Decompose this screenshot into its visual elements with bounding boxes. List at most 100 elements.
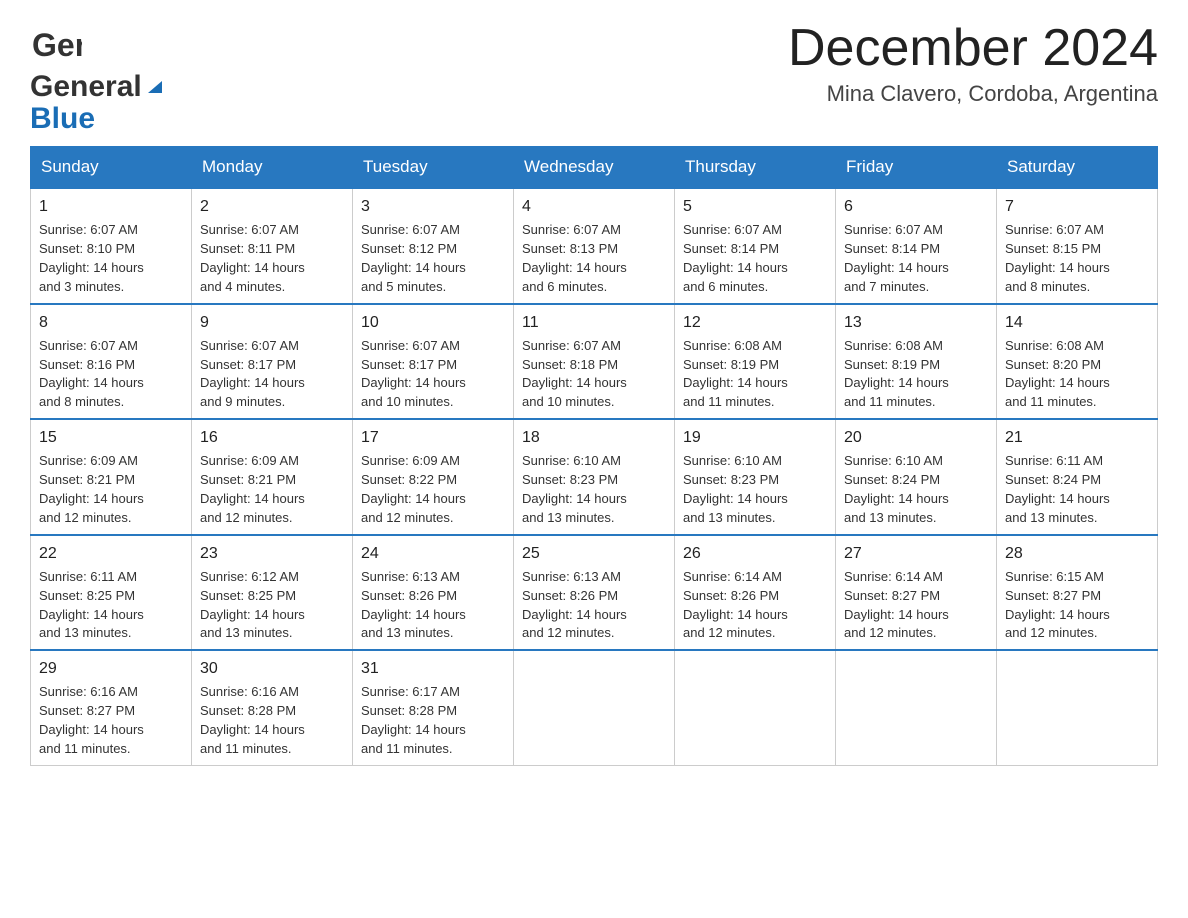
day-number: 15	[39, 426, 183, 449]
calendar-empty-cell	[836, 650, 997, 765]
day-number: 5	[683, 195, 827, 218]
calendar-day-cell: 23Sunrise: 6:12 AMSunset: 8:25 PMDayligh…	[192, 535, 353, 651]
logo: General General Blue	[30, 20, 166, 136]
day-header-saturday: Saturday	[997, 147, 1158, 189]
calendar-day-cell: 30 Sunrise: 6:16 AMSunset: 8:28 PMDayligh…	[192, 650, 353, 765]
day-number: 19	[683, 426, 827, 449]
day-number: 30	[200, 657, 344, 680]
day-info: Sunrise: 6:07 AMSunset: 8:18 PMDaylight:…	[522, 338, 627, 410]
day-info: Sunrise: 6:07 AMSunset: 8:14 PMDaylight:…	[844, 222, 949, 294]
day-info: Sunrise: 6:09 AMSunset: 8:21 PMDaylight:…	[200, 453, 305, 525]
day-number: 3	[361, 195, 505, 218]
day-info: Sunrise: 6:09 AMSunset: 8:21 PMDaylight:…	[39, 453, 144, 525]
calendar-day-cell: 29Sunrise: 6:16 AMSunset: 8:27 PMDayligh…	[31, 650, 192, 765]
day-number: 26	[683, 542, 827, 565]
title-area: December 2024 Mina Clavero, Cordoba, Arg…	[788, 20, 1158, 107]
calendar-day-cell: 26Sunrise: 6:14 AMSunset: 8:26 PMDayligh…	[675, 535, 836, 651]
day-info: Sunrise: 6:07 AMSunset: 8:17 PMDaylight:…	[361, 338, 466, 410]
calendar-table: SundayMondayTuesdayWednesdayThursdayFrid…	[30, 146, 1158, 766]
day-info: Sunrise: 6:09 AMSunset: 8:22 PMDaylight:…	[361, 453, 466, 525]
day-info: Sunrise: 6:07 AMSunset: 8:12 PMDaylight:…	[361, 222, 466, 294]
day-number: 9	[200, 311, 344, 334]
day-info: Sunrise: 6:11 AMSunset: 8:25 PMDaylight:…	[39, 569, 144, 641]
calendar-day-cell: 25Sunrise: 6:13 AMSunset: 8:26 PMDayligh…	[514, 535, 675, 651]
day-number: 12	[683, 311, 827, 334]
calendar-day-cell: 17 Sunrise: 6:09 AMSunset: 8:22 PMDayligh…	[353, 419, 514, 535]
calendar-day-cell: 21Sunrise: 6:11 AMSunset: 8:24 PMDayligh…	[997, 419, 1158, 535]
day-header-monday: Monday	[192, 147, 353, 189]
day-number: 27	[844, 542, 988, 565]
calendar-day-cell: 27Sunrise: 6:14 AMSunset: 8:27 PMDayligh…	[836, 535, 997, 651]
day-header-wednesday: Wednesday	[514, 147, 675, 189]
day-header-tuesday: Tuesday	[353, 147, 514, 189]
day-number: 6	[844, 195, 988, 218]
calendar-day-cell: 14Sunrise: 6:08 AMSunset: 8:20 PMDayligh…	[997, 304, 1158, 420]
logo-blue-text: Blue	[30, 102, 95, 135]
day-number: 17	[361, 426, 505, 449]
day-number: 16	[200, 426, 344, 449]
day-info: Sunrise: 6:07 AMSunset: 8:15 PMDaylight:…	[1005, 222, 1110, 294]
calendar-day-cell: 6 Sunrise: 6:07 AMSunset: 8:14 PMDaylight…	[836, 188, 997, 304]
day-info: Sunrise: 6:07 AMSunset: 8:16 PMDaylight:…	[39, 338, 144, 410]
day-info: Sunrise: 6:12 AMSunset: 8:25 PMDaylight:…	[200, 569, 305, 641]
day-info: Sunrise: 6:16 AMSunset: 8:28 PMDaylight:…	[200, 684, 305, 756]
day-info: Sunrise: 6:07 AMSunset: 8:10 PMDaylight:…	[39, 222, 144, 294]
logo-general-text: General	[30, 72, 142, 102]
calendar-week-row: 15 Sunrise: 6:09 AMSunset: 8:21 PMDayligh…	[31, 419, 1158, 535]
day-header-thursday: Thursday	[675, 147, 836, 189]
calendar-day-cell: 13 Sunrise: 6:08 AMSunset: 8:19 PMDayligh…	[836, 304, 997, 420]
day-number: 10	[361, 311, 505, 334]
calendar-week-row: 1 Sunrise: 6:07 AMSunset: 8:10 PMDaylight…	[31, 188, 1158, 304]
day-number: 21	[1005, 426, 1149, 449]
calendar-week-row: 22 Sunrise: 6:11 AMSunset: 8:25 PMDayligh…	[31, 535, 1158, 651]
day-number: 22	[39, 542, 183, 565]
calendar-day-cell: 1 Sunrise: 6:07 AMSunset: 8:10 PMDaylight…	[31, 188, 192, 304]
day-number: 28	[1005, 542, 1149, 565]
day-info: Sunrise: 6:10 AMSunset: 8:24 PMDaylight:…	[844, 453, 949, 525]
calendar-day-cell: 16 Sunrise: 6:09 AMSunset: 8:21 PMDayligh…	[192, 419, 353, 535]
day-number: 14	[1005, 311, 1149, 334]
day-info: Sunrise: 6:08 AMSunset: 8:19 PMDaylight:…	[844, 338, 949, 410]
calendar-empty-cell	[514, 650, 675, 765]
day-header-sunday: Sunday	[31, 147, 192, 189]
calendar-day-cell: 20 Sunrise: 6:10 AMSunset: 8:24 PMDayligh…	[836, 419, 997, 535]
calendar-empty-cell	[997, 650, 1158, 765]
calendar-day-cell: 10 Sunrise: 6:07 AMSunset: 8:17 PMDayligh…	[353, 304, 514, 420]
day-number: 18	[522, 426, 666, 449]
calendar-day-cell: 15 Sunrise: 6:09 AMSunset: 8:21 PMDayligh…	[31, 419, 192, 535]
calendar-week-row: 8 Sunrise: 6:07 AMSunset: 8:16 PMDaylight…	[31, 304, 1158, 420]
calendar-day-cell: 18 Sunrise: 6:10 AMSunset: 8:23 PMDayligh…	[514, 419, 675, 535]
page-header: General General Blue December 2024 Mina …	[30, 20, 1158, 136]
calendar-day-cell: 3 Sunrise: 6:07 AMSunset: 8:12 PMDaylight…	[353, 188, 514, 304]
day-number: 1	[39, 195, 183, 218]
day-info: Sunrise: 6:07 AMSunset: 8:17 PMDaylight:…	[200, 338, 305, 410]
day-number: 13	[844, 311, 988, 334]
location-subtitle: Mina Clavero, Cordoba, Argentina	[788, 81, 1158, 107]
day-info: Sunrise: 6:16 AMSunset: 8:27 PMDaylight:…	[39, 684, 144, 756]
calendar-day-cell: 2Sunrise: 6:07 AMSunset: 8:11 PMDaylight…	[192, 188, 353, 304]
logo-icon: General	[30, 20, 82, 72]
day-number: 20	[844, 426, 988, 449]
day-info: Sunrise: 6:10 AMSunset: 8:23 PMDaylight:…	[683, 453, 788, 525]
day-number: 8	[39, 311, 183, 334]
calendar-day-cell: 9 Sunrise: 6:07 AMSunset: 8:17 PMDaylight…	[192, 304, 353, 420]
day-info: Sunrise: 6:15 AMSunset: 8:27 PMDaylight:…	[1005, 569, 1110, 641]
calendar-week-row: 29Sunrise: 6:16 AMSunset: 8:27 PMDayligh…	[31, 650, 1158, 765]
calendar-day-cell: 4Sunrise: 6:07 AMSunset: 8:13 PMDaylight…	[514, 188, 675, 304]
day-info: Sunrise: 6:10 AMSunset: 8:23 PMDaylight:…	[522, 453, 627, 525]
calendar-header-row: SundayMondayTuesdayWednesdayThursdayFrid…	[31, 147, 1158, 189]
calendar-day-cell: 5 Sunrise: 6:07 AMSunset: 8:14 PMDaylight…	[675, 188, 836, 304]
calendar-day-cell: 11 Sunrise: 6:07 AMSunset: 8:18 PMDayligh…	[514, 304, 675, 420]
day-number: 7	[1005, 195, 1149, 218]
day-number: 24	[361, 542, 505, 565]
calendar-day-cell: 7 Sunrise: 6:07 AMSunset: 8:15 PMDaylight…	[997, 188, 1158, 304]
calendar-day-cell: 19 Sunrise: 6:10 AMSunset: 8:23 PMDayligh…	[675, 419, 836, 535]
logo-triangle-icon	[144, 75, 166, 97]
day-number: 25	[522, 542, 666, 565]
day-number: 4	[522, 195, 666, 218]
day-number: 11	[522, 311, 666, 334]
calendar-empty-cell	[675, 650, 836, 765]
calendar-day-cell: 22 Sunrise: 6:11 AMSunset: 8:25 PMDayligh…	[31, 535, 192, 651]
day-header-friday: Friday	[836, 147, 997, 189]
day-info: Sunrise: 6:07 AMSunset: 8:14 PMDaylight:…	[683, 222, 788, 294]
